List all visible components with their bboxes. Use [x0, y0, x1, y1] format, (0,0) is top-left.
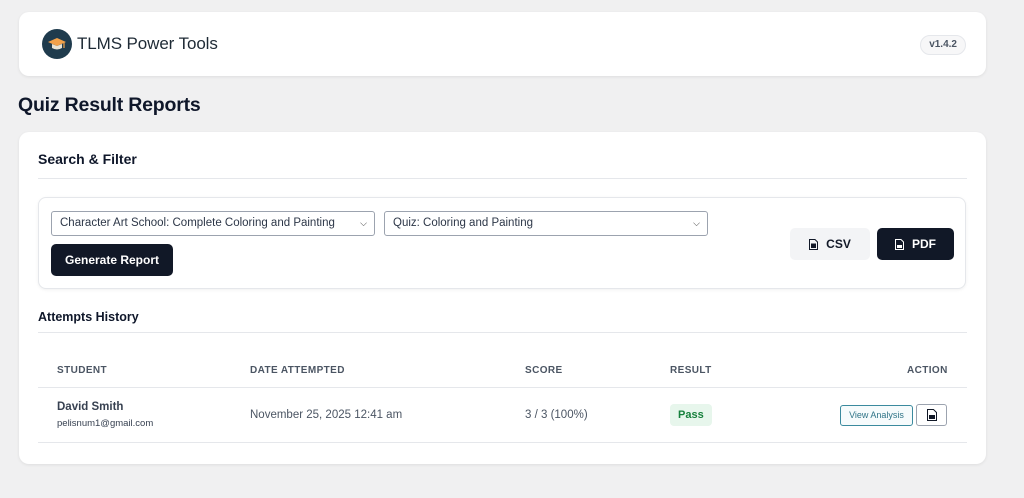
pdf-file-icon	[895, 238, 904, 250]
divider	[38, 332, 967, 333]
app-brand-name: TLMS Power Tools	[77, 34, 218, 53]
chevron-down-icon: ⌵	[693, 218, 700, 228]
attempts-history-title: Attempts History	[38, 310, 139, 324]
graduation-cap-icon	[42, 29, 72, 59]
column-header-student: STUDENT	[57, 365, 108, 376]
column-header-result: RESULT	[670, 365, 712, 376]
csv-label: CSV	[826, 237, 851, 251]
generate-report-button[interactable]: Generate Report	[51, 244, 173, 276]
view-analysis-button[interactable]: View Analysis	[840, 405, 913, 426]
chevron-down-icon: ⌵	[360, 218, 367, 228]
attempt-score: 3 / 3 (100%)	[525, 409, 588, 421]
quiz-select-value: Quiz: Coloring and Painting	[393, 217, 533, 229]
version-badge: v1.4.2	[920, 35, 966, 55]
export-csv-button[interactable]: CSV	[790, 228, 870, 260]
app-header: TLMS Power Tools v1.4.2	[19, 12, 986, 76]
search-filter-title: Search & Filter	[38, 151, 137, 167]
course-select[interactable]: Character Art School: Complete Coloring …	[51, 211, 375, 236]
student-email: pelisnum1@gmail.com	[57, 418, 154, 429]
course-select-value: Character Art School: Complete Coloring …	[60, 217, 335, 229]
page-title: Quiz Result Reports	[18, 94, 201, 116]
divider	[38, 178, 967, 179]
filter-panel: Character Art School: Complete Coloring …	[38, 197, 966, 289]
pdf-file-icon	[926, 409, 937, 421]
table-row-divider	[38, 442, 967, 443]
student-name: David Smith	[57, 401, 124, 413]
attempt-date: November 25, 2025 12:41 am	[250, 409, 403, 421]
column-header-score: SCORE	[525, 365, 563, 376]
download-pdf-button[interactable]	[916, 404, 947, 426]
pdf-label: PDF	[912, 237, 936, 251]
result-status-badge: Pass	[670, 404, 712, 426]
column-header-action: ACTION	[907, 365, 948, 376]
csv-file-icon	[809, 238, 819, 250]
quiz-select[interactable]: Quiz: Coloring and Painting ⌵	[384, 211, 708, 236]
report-card: Search & Filter Character Art School: Co…	[19, 132, 986, 464]
table-header-divider	[38, 387, 967, 388]
export-pdf-button[interactable]: PDF	[877, 228, 954, 260]
column-header-date: DATE ATTEMPTED	[250, 365, 345, 376]
